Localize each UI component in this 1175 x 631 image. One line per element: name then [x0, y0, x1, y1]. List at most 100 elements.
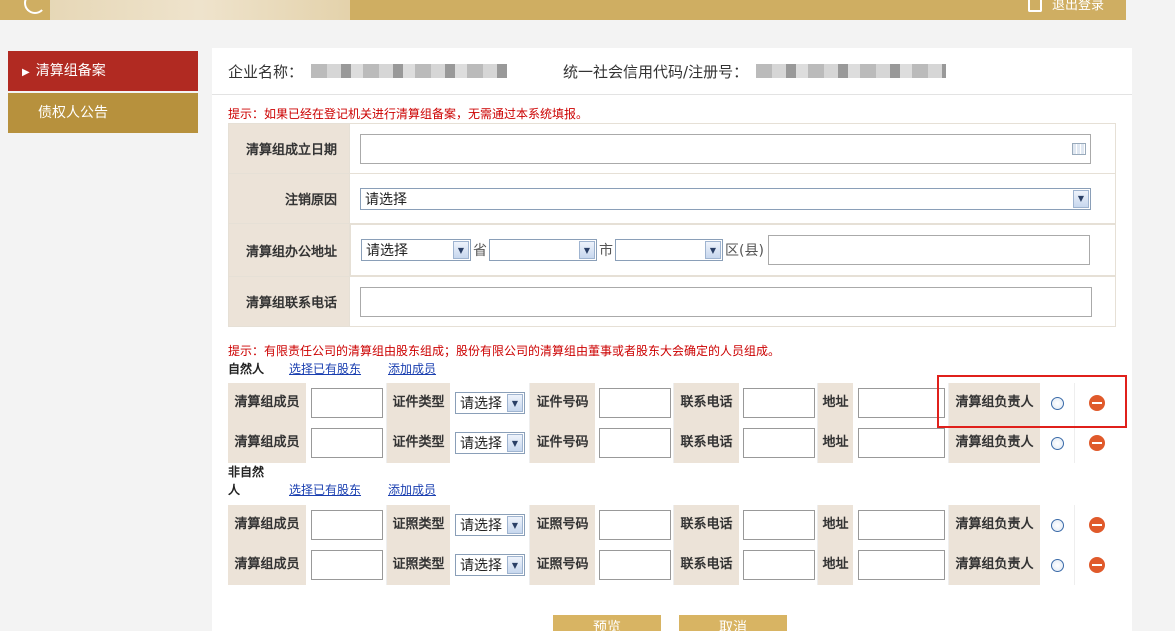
sidebar-item-liquidation-filing[interactable]: ▶ 清算组备案: [8, 51, 198, 91]
blurred-title: [50, 0, 350, 20]
calendar-icon[interactable]: [1072, 142, 1086, 155]
license-type-select[interactable]: 请选择 ▼: [455, 514, 525, 536]
leader-radio[interactable]: [1051, 436, 1064, 450]
address-input[interactable]: [857, 550, 945, 580]
add-member-link[interactable]: 添加成员: [388, 481, 436, 498]
top-bar: 退出登录: [0, 0, 1126, 20]
date-label: 清算组成立日期: [228, 123, 350, 174]
license-number-input[interactable]: [598, 510, 671, 540]
city-select[interactable]: ▼: [489, 239, 597, 261]
address-label: 清算组办公地址: [228, 223, 350, 277]
id-number-input[interactable]: [598, 388, 671, 418]
license-type-value: 请选择: [460, 558, 502, 574]
member-name-input[interactable]: [310, 428, 383, 458]
credit-code-masked: [756, 64, 947, 78]
license-type-label: 证照类型: [387, 505, 451, 545]
chevron-down-icon: ▼: [507, 434, 523, 452]
province-unit: 省: [473, 243, 487, 259]
address-input[interactable]: [857, 388, 945, 418]
leader-label: 清算组负责人: [949, 505, 1041, 545]
license-number-label: 证照号码: [530, 545, 596, 585]
license-type-label: 证照类型: [387, 545, 451, 585]
member-label: 清算组成员: [228, 545, 307, 585]
chevron-down-icon: ▼: [1073, 189, 1089, 208]
member-row: 清算组成员 证件类型 请选择 ▼ 证件号码 联系电话 地址 清算组负责人: [228, 423, 1105, 463]
member-name-input[interactable]: [310, 550, 383, 580]
id-number-label: 证件号码: [530, 423, 596, 463]
date-input[interactable]: [360, 133, 1091, 164]
logo-icon: [24, 0, 46, 14]
id-number-input[interactable]: [598, 428, 671, 458]
contact-phone-input[interactable]: [742, 510, 815, 540]
license-type-value: 请选择: [460, 518, 502, 534]
add-member-link[interactable]: 添加成员: [388, 360, 436, 377]
cancel-button[interactable]: 取消: [679, 615, 787, 631]
chevron-down-icon: ▼: [507, 556, 523, 574]
filing-hint: 提示：如果已经在登记机关进行清算组备案，无需通过本系统填报。: [228, 107, 589, 121]
city-unit: 市: [599, 243, 613, 259]
address-input[interactable]: [857, 510, 945, 540]
logout-label: 退出登录: [1051, 0, 1104, 13]
sidebar-item-label: 债权人公告: [38, 105, 108, 121]
triangle-right-icon: ▶: [22, 67, 30, 78]
license-type-select[interactable]: 请选择 ▼: [455, 554, 525, 576]
id-type-value: 请选择: [460, 396, 502, 412]
chevron-down-icon: ▼: [507, 516, 523, 534]
preview-button[interactable]: 预览: [553, 615, 661, 631]
highlight-box: [937, 375, 1127, 428]
chevron-down-icon: ▼: [579, 241, 595, 259]
district-select[interactable]: ▼: [615, 239, 723, 261]
liquidation-form: 清算组成立日期 注销原因 请选择 ▼ 清算组办公地址 请选择 ▼ 省 ▼ 市 ▼ 区…: [228, 123, 1116, 327]
license-number-label: 证照号码: [530, 505, 596, 545]
id-type-select[interactable]: 请选择 ▼: [455, 392, 525, 414]
id-type-label: 证件类型: [387, 383, 451, 423]
phone-label: 清算组联系电话: [228, 276, 350, 327]
address-label: 地址: [818, 383, 854, 423]
province-select[interactable]: 请选择 ▼: [361, 239, 471, 261]
phone-input[interactable]: [360, 286, 1092, 317]
leader-label: 清算组负责人: [949, 545, 1041, 585]
district-unit: 区(县): [725, 243, 764, 259]
address-detail-input[interactable]: [767, 235, 1090, 265]
select-shareholder-link[interactable]: 选择已有股东: [289, 481, 361, 498]
contact-phone-input[interactable]: [742, 550, 815, 580]
remove-member-icon[interactable]: [1089, 435, 1105, 451]
contact-phone-input[interactable]: [742, 428, 815, 458]
contact-phone-input[interactable]: [742, 388, 815, 418]
natural-person-title: 自然人: [228, 362, 265, 376]
id-type-value: 请选择: [460, 436, 502, 452]
member-hint: 提示：有限责任公司的清算组由股东组成；股份有限公司的清算组由董事或者股东大会确定…: [228, 344, 781, 358]
leader-radio[interactable]: [1051, 518, 1064, 532]
logout-icon: [1027, 0, 1042, 12]
remove-member-icon[interactable]: [1089, 517, 1105, 533]
member-label: 清算组成员: [228, 383, 307, 423]
credit-code-label: 统一社会信用代码/注册号：: [563, 62, 749, 81]
main-panel: 企业名称： 统一社会信用代码/注册号： 提示：如果已经在登记机关进行清算组备案，…: [212, 48, 1132, 631]
id-type-select[interactable]: 请选择 ▼: [455, 432, 525, 454]
chevron-down-icon: ▼: [705, 241, 721, 259]
contact-phone-label: 联系电话: [674, 505, 740, 545]
address-input[interactable]: [857, 428, 945, 458]
sidebar-item-creditor-notice[interactable]: 债权人公告: [8, 93, 198, 133]
address-label: 地址: [818, 505, 854, 545]
select-shareholder-link[interactable]: 选择已有股东: [289, 360, 361, 377]
reason-select[interactable]: 请选择 ▼: [360, 187, 1091, 210]
leader-radio[interactable]: [1051, 558, 1064, 572]
leader-label: 清算组负责人: [949, 423, 1041, 463]
chevron-down-icon: ▼: [453, 241, 469, 259]
member-name-input[interactable]: [310, 510, 383, 540]
logout-link[interactable]: 退出登录: [1027, 0, 1104, 13]
contact-phone-label: 联系电话: [674, 423, 740, 463]
member-name-input[interactable]: [310, 388, 383, 418]
legal-person-title: 非自然人: [228, 465, 265, 497]
contact-phone-label: 联系电话: [674, 545, 740, 585]
id-type-label: 证件类型: [387, 423, 451, 463]
member-label: 清算组成员: [228, 505, 307, 545]
address-label: 地址: [818, 545, 854, 585]
id-number-label: 证件号码: [530, 383, 596, 423]
sidebar-item-label: 清算组备案: [35, 63, 106, 79]
remove-member-icon[interactable]: [1089, 557, 1105, 573]
member-row: 清算组成员 证照类型 请选择 ▼ 证照号码 联系电话 地址 清算组负责人: [228, 505, 1105, 545]
member-label: 清算组成员: [228, 423, 307, 463]
license-number-input[interactable]: [598, 550, 671, 580]
